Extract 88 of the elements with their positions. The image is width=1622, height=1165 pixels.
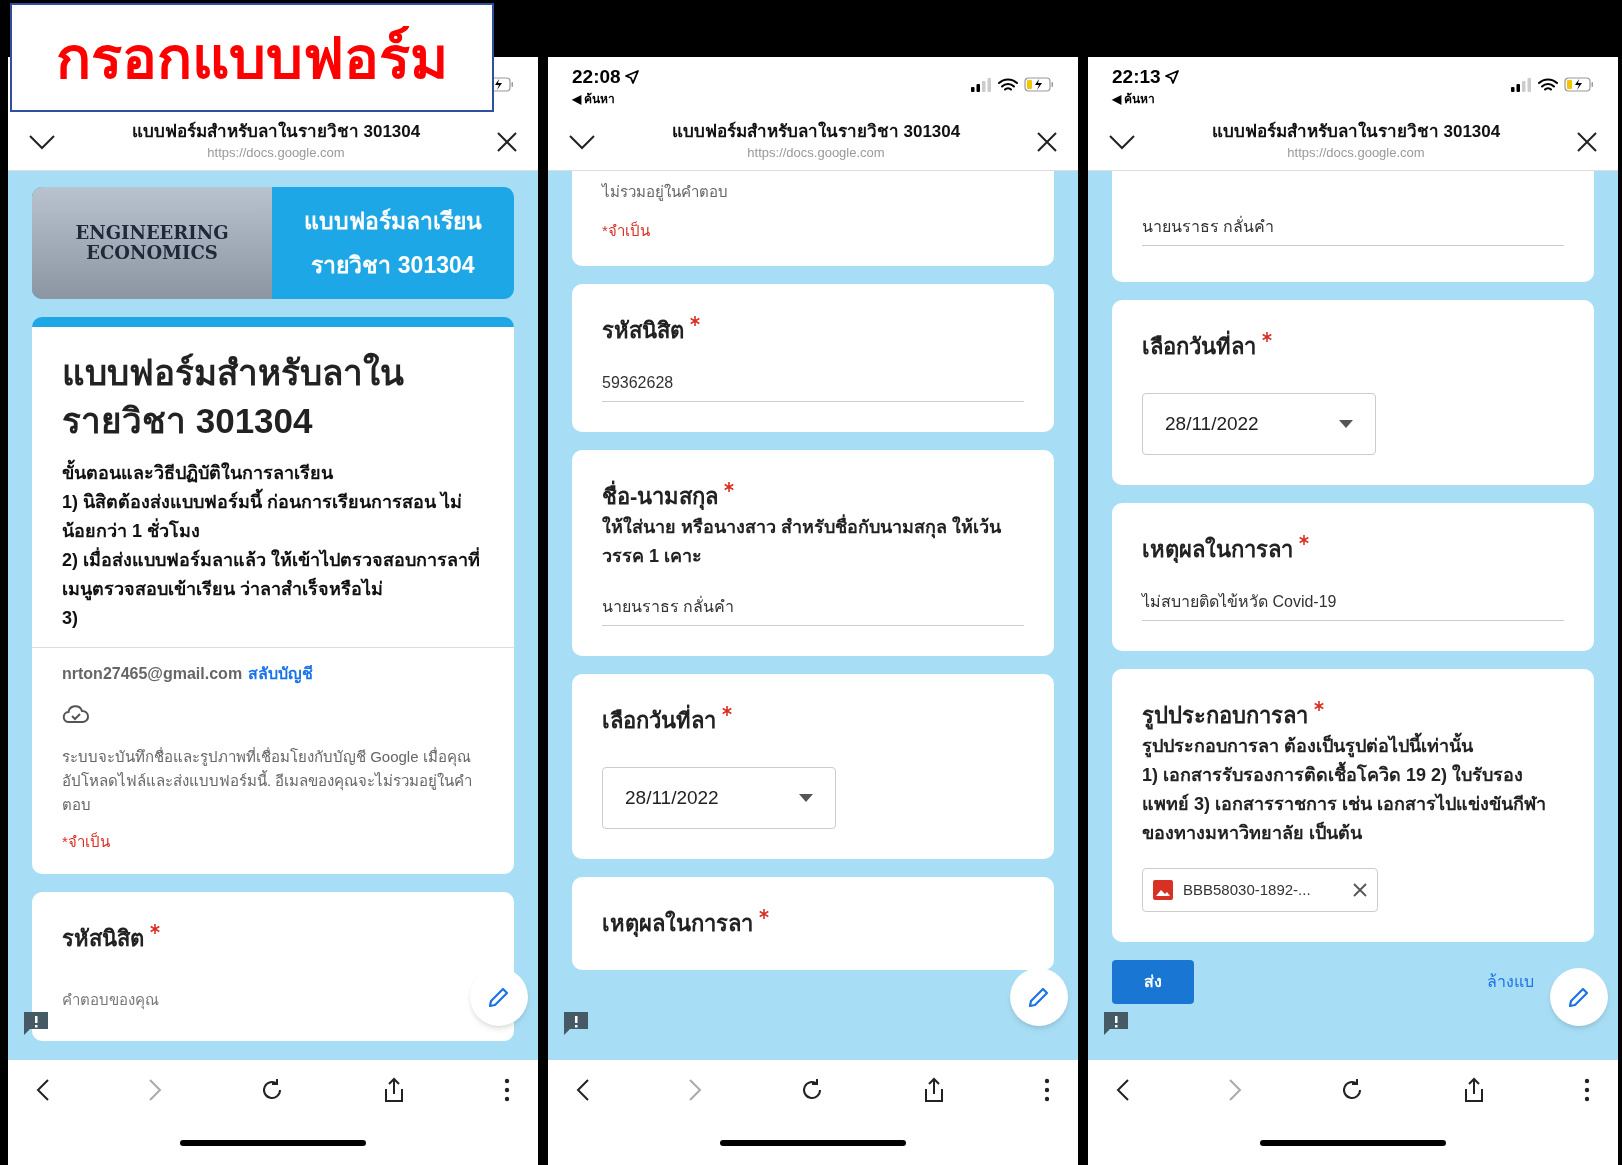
question-title: ชื่อ-นามสกุล	[602, 480, 719, 513]
privacy-notice: ระบบจะบันทึกชื่อและรูปภาพที่เชื่อมโยงกับบัญชี Google เมื่อคุณอัปโหลดไฟล์และส่งแบบฟอร์มนี้. อีเมลของคุณจะไม่รวมอยู่ในคำตอบ	[62, 746, 474, 815]
signal-icon	[1510, 77, 1532, 92]
feedback-icon[interactable]	[1102, 1010, 1130, 1036]
answer-field[interactable]: ไม่สบายติดไข้หวัด Covid-19	[1142, 590, 1564, 621]
clock-time: 22:13	[1112, 65, 1161, 89]
uploaded-file-chip[interactable]: BBB58030-1892-...	[1142, 868, 1378, 912]
page-url: https://docs.google.com	[747, 143, 885, 162]
pencil-icon	[1027, 985, 1051, 1009]
form-description: 1) นิสิตต้องส่งแบบฟอร์มนี้ ก่อนการเรียนการสอน ไม่น้อยกว่า 1 ชั่วโมง	[62, 488, 484, 546]
back-icon[interactable]	[576, 1078, 590, 1102]
form-description: ขั้นตอนและวิธีปฏิบัติในการลาเรียน	[62, 459, 484, 488]
question-title: เหตุผลในการลา	[602, 909, 753, 939]
form-title: แบบฟอร์มสำหรับลาในรายวิชา 301304	[62, 351, 405, 442]
pencil-icon	[487, 985, 511, 1009]
close-icon[interactable]	[1036, 130, 1058, 153]
page-url: https://docs.google.com	[207, 143, 345, 162]
form-description: 3)	[62, 607, 79, 630]
reload-icon[interactable]	[1340, 1078, 1364, 1102]
chevron-down-icon[interactable]	[1108, 133, 1136, 150]
share-icon[interactable]	[1462, 1077, 1486, 1103]
question-title: รูปประกอบการลา	[1142, 702, 1308, 732]
edit-fab-button[interactable]	[1010, 968, 1068, 1026]
remove-file-icon[interactable]	[1353, 883, 1367, 897]
answer-field[interactable]: 59362628	[602, 371, 1024, 402]
form-description: 2) เมื่อส่งแบบฟอร์มลาแล้ว ให้เข้าไปตรวจสอบการลาที่ เมนูตรวจสอบเข้าเรียน ว่าลาสำเร็จหรือไม่	[62, 546, 484, 604]
reload-icon[interactable]	[800, 1078, 824, 1102]
pencil-icon	[1567, 985, 1591, 1009]
more-options-icon[interactable]	[1584, 1078, 1590, 1102]
dropdown-caret-icon	[799, 794, 813, 802]
signal-icon	[970, 77, 992, 92]
account-email: nrton27465@gmail.com	[62, 664, 243, 684]
required-note: *จำเป็น	[62, 831, 111, 852]
caption-label: กรอกแบบฟอร์ม	[10, 3, 494, 112]
chevron-down-icon[interactable]	[28, 133, 56, 150]
file-name: BBB58030-1892-...	[1183, 879, 1312, 900]
chevron-down-icon[interactable]	[568, 133, 596, 150]
date-picker-field[interactable]: 28/11/2022	[1142, 393, 1376, 455]
battery-charging-icon	[1564, 77, 1594, 92]
banner-heading: รายวิชา 301304	[311, 251, 475, 280]
banner-photo-text: ECONOMICS	[86, 243, 218, 263]
share-icon[interactable]	[922, 1077, 946, 1103]
submit-button[interactable]: ส่ง	[1112, 960, 1194, 1004]
question-title: เหตุผลในการลา	[1142, 535, 1293, 565]
page-title: แบบฟอร์มสำหรับลาในรายวิชา 301304	[1211, 120, 1501, 143]
question-title: รหัสนิสิต	[602, 317, 684, 345]
location-arrow-icon	[1164, 70, 1179, 85]
image-file-icon	[1153, 880, 1173, 900]
back-icon[interactable]	[1116, 1078, 1130, 1102]
wifi-icon	[998, 77, 1018, 92]
more-options-icon[interactable]	[504, 1078, 510, 1102]
back-to-search-link[interactable]: ◀ ค้นหา	[1112, 89, 1179, 108]
cloud-check-icon	[62, 704, 90, 724]
back-icon[interactable]	[36, 1078, 50, 1102]
share-icon[interactable]	[382, 1077, 406, 1103]
feedback-icon[interactable]	[562, 1010, 590, 1036]
answer-field[interactable]: นายนราธร กลั่นคำ	[602, 595, 1024, 626]
date-picker-field[interactable]: 28/11/2022	[602, 767, 836, 829]
more-options-icon[interactable]	[1044, 1078, 1050, 1102]
question-description: รูปประกอบการลา ต้องเป็นรูปต่อไปนี้เท่านั้น	[1142, 732, 1564, 761]
question-title: เลือกวันที่ลา	[1142, 330, 1256, 363]
wifi-icon	[1538, 77, 1558, 92]
edit-fab-button[interactable]	[1550, 968, 1608, 1026]
privacy-notice: ไม่รวมอยู่ในคำตอบ	[602, 182, 729, 203]
page-url: https://docs.google.com	[1287, 143, 1425, 162]
feedback-icon[interactable]	[22, 1010, 50, 1036]
banner-photo-text: ENGINEERING	[75, 223, 229, 243]
question-description: ให้ใส่นาย หรือนางสาว สำหรับชื่อกับนามสกุล ให้เว้นวรรค 1 เคาะ	[602, 513, 1024, 571]
answer-field[interactable]: นายนราธร กลั่นคำ	[1142, 215, 1564, 246]
back-to-search-link[interactable]: ◀ ค้นหา	[572, 89, 639, 108]
close-icon[interactable]	[496, 130, 518, 153]
switch-account-link[interactable]: สลับบัญชี	[248, 662, 314, 686]
question-title: เลือกวันที่ลา	[602, 704, 716, 737]
question-title: รหัสนิสิต	[62, 924, 144, 953]
close-icon[interactable]	[1576, 130, 1598, 153]
page-title: แบบฟอร์มสำหรับลาในรายวิชา 301304	[671, 120, 961, 143]
clock-time: 22:08	[572, 65, 621, 89]
location-arrow-icon	[624, 70, 639, 85]
date-value: 28/11/2022	[1165, 411, 1259, 436]
question-description: 1) เอกสารรับรองการติดเชื้อโควิด 19 2) ใบรับรองแพทย์ 3) เอกสารราชการ เช่น เอกสารไปแข่งขันกีฬาของทางมหาวิทยาลัย เป็นต้น	[1142, 761, 1564, 848]
dropdown-caret-icon	[1339, 420, 1353, 428]
battery-charging-icon	[1024, 77, 1054, 92]
answer-placeholder[interactable]: คำตอบของคุณ	[62, 988, 159, 1011]
required-note: *จำเป็น	[602, 220, 651, 241]
banner-heading: แบบฟอร์มลาเรียน	[304, 206, 482, 236]
date-value: 28/11/2022	[625, 785, 719, 810]
page-title: แบบฟอร์มสำหรับลาในรายวิชา 301304	[131, 120, 421, 143]
reload-icon[interactable]	[260, 1078, 284, 1102]
